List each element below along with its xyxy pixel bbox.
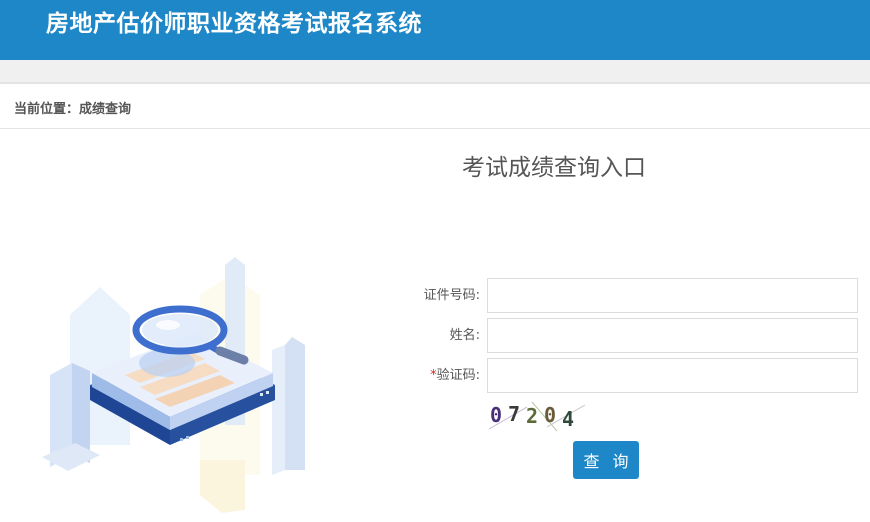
captcha-char: 0 [544,403,556,427]
name-input[interactable] [487,318,858,353]
captcha-char: 4 [562,407,574,431]
id-number-input[interactable] [487,278,858,313]
captcha-label-text: 验证码: [436,368,480,383]
captcha-label: *验证码: [380,358,480,394]
id-number-label: 证件号码: [423,288,480,303]
name-label: 姓名: [449,328,480,343]
captcha-char: 0 [490,403,502,427]
captcha-input[interactable] [487,358,858,393]
header-bar: 房地产估价师职业资格考试报名系统 [0,0,870,60]
name-row: 姓名: [380,318,858,354]
query-button[interactable]: 查 询 [573,441,639,479]
search-illustration [42,257,305,513]
header-strip [0,60,870,84]
captcha-image[interactable]: 0 7 2 0 4 [487,399,587,433]
app-title: 房地产估价师职业资格考试报名系统 [46,11,422,37]
breadcrumb-text: 当前位置：成绩查询 [14,102,132,117]
breadcrumb: 当前位置：成绩查询 [0,86,870,129]
form-title: 考试成绩查询入口 [462,155,646,181]
captcha-row: *验证码: [380,358,858,394]
captcha-char: 2 [526,404,538,428]
captcha-char: 7 [508,402,520,426]
id-number-row: 证件号码: [380,278,858,314]
